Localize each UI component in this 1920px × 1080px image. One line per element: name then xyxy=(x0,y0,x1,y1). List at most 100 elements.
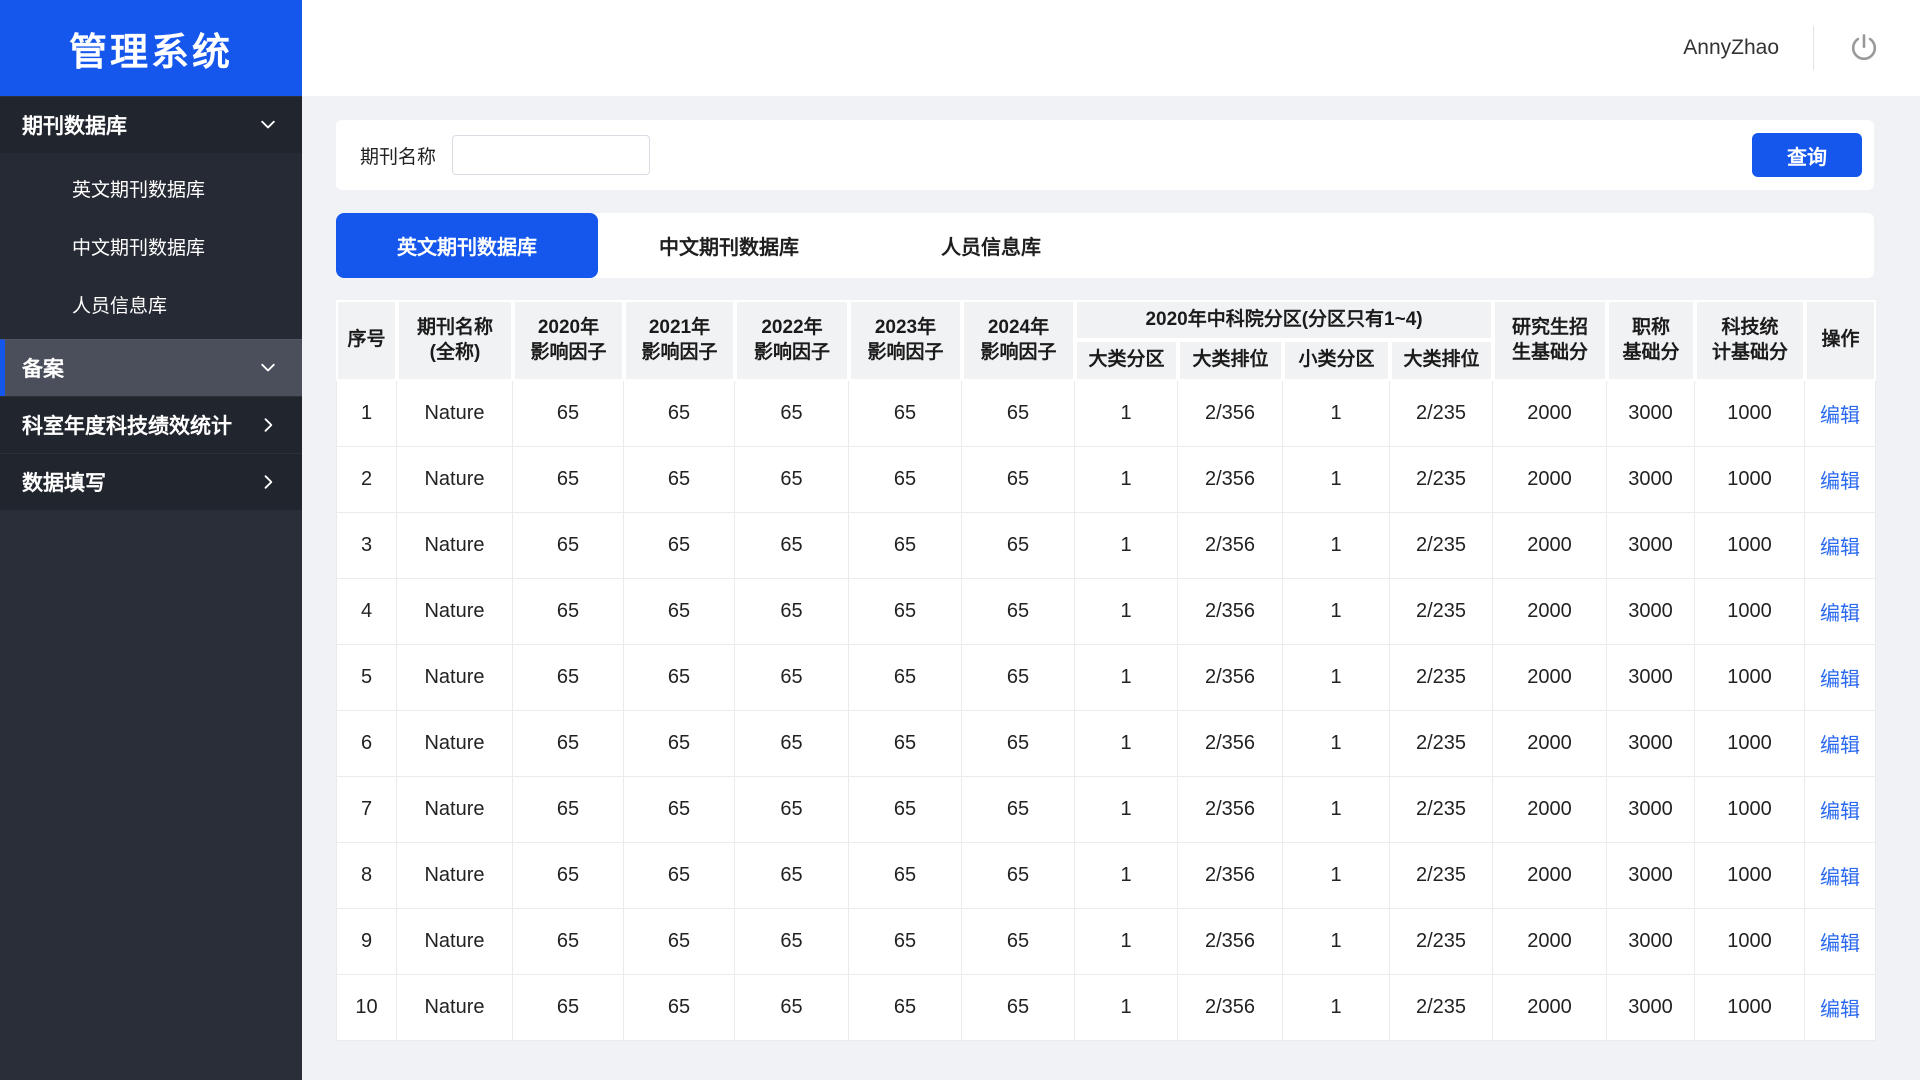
sidebar-item-journal-db[interactable]: 期刊数据库 xyxy=(0,96,302,153)
sidebar-item-label: 期刊数据库 xyxy=(22,110,127,140)
cell-if2022: 65 xyxy=(735,843,849,909)
tab-chinese-journal-db[interactable]: 中文期刊数据库 xyxy=(598,213,860,278)
header-tech-base-score: 科技统计基础分 xyxy=(1695,300,1805,381)
edit-link[interactable]: 编辑 xyxy=(1820,669,1860,691)
cell-if2021: 65 xyxy=(624,711,735,777)
cell-if2022: 65 xyxy=(735,975,849,1041)
cell-if2020: 65 xyxy=(513,711,624,777)
cell-title-score: 3000 xyxy=(1607,843,1695,909)
sidebar-subitem-chinese-journal-db[interactable]: 中文期刊数据库 xyxy=(0,217,302,275)
cell-cas-major-rank: 2/356 xyxy=(1178,843,1283,909)
cell-name: Nature xyxy=(397,777,513,843)
cell-if2021: 65 xyxy=(624,645,735,711)
cell-seq: 7 xyxy=(336,777,397,843)
header-if-2023: 2023年影响因子 xyxy=(849,300,962,381)
sidebar-item-filing[interactable]: 备案 xyxy=(0,339,302,396)
cell-if2024: 65 xyxy=(962,909,1075,975)
cell-if2022: 65 xyxy=(735,381,849,447)
cell-if2021: 65 xyxy=(624,843,735,909)
cell-title-score: 3000 xyxy=(1607,711,1695,777)
cell-tech-score: 1000 xyxy=(1695,975,1805,1041)
power-icon[interactable] xyxy=(1844,28,1884,68)
cell-tech-score: 1000 xyxy=(1695,645,1805,711)
edit-link[interactable]: 编辑 xyxy=(1820,405,1860,427)
table-row: 10Nature656565656512/35612/2352000300010… xyxy=(336,975,1876,1041)
journal-name-input[interactable] xyxy=(452,135,650,175)
edit-link[interactable]: 编辑 xyxy=(1820,999,1860,1021)
cell-cas-minor-zone: 1 xyxy=(1283,381,1390,447)
cell-name: Nature xyxy=(397,381,513,447)
cell-cas-minor-zone: 1 xyxy=(1283,447,1390,513)
cell-grad-score: 2000 xyxy=(1493,975,1607,1041)
cell-cas-major-zone: 1 xyxy=(1075,975,1178,1041)
cell-grad-score: 2000 xyxy=(1493,777,1607,843)
sidebar-subitem-personnel-db[interactable]: 人员信息库 xyxy=(0,275,302,333)
cell-action: 编辑 xyxy=(1805,843,1876,909)
cell-grad-score: 2000 xyxy=(1493,381,1607,447)
topbar: AnnyZhao xyxy=(302,0,1920,96)
cell-action: 编辑 xyxy=(1805,975,1876,1041)
edit-link[interactable]: 编辑 xyxy=(1820,801,1860,823)
cell-action: 编辑 xyxy=(1805,645,1876,711)
tab-english-journal-db[interactable]: 英文期刊数据库 xyxy=(336,213,598,278)
header-title-base-score: 职称基础分 xyxy=(1607,300,1695,381)
cell-cas-major-zone: 1 xyxy=(1075,447,1178,513)
cell-if2022: 65 xyxy=(735,909,849,975)
chevron-down-icon xyxy=(258,115,278,135)
cell-action: 编辑 xyxy=(1805,381,1876,447)
cell-if2020: 65 xyxy=(513,579,624,645)
sidebar-item-data-entry[interactable]: 数据填写 xyxy=(0,453,302,510)
user-name[interactable]: AnnyZhao xyxy=(1683,36,1779,60)
sidebar-item-dept-annual-tech-stats[interactable]: 科室年度科技绩效统计 xyxy=(0,396,302,453)
cell-cas-major-rank: 2/356 xyxy=(1178,579,1283,645)
edit-link[interactable]: 编辑 xyxy=(1820,933,1860,955)
header-minor-rank: 大类排位 xyxy=(1390,340,1493,381)
cell-tech-score: 1000 xyxy=(1695,843,1805,909)
edit-link[interactable]: 编辑 xyxy=(1820,603,1860,625)
header-cas-partition-group: 2020年中科院分区(分区只有1~4) xyxy=(1075,300,1493,340)
cell-if2021: 65 xyxy=(624,447,735,513)
cell-grad-score: 2000 xyxy=(1493,579,1607,645)
cell-if2022: 65 xyxy=(735,777,849,843)
cell-cas-major-zone: 1 xyxy=(1075,843,1178,909)
cell-tech-score: 1000 xyxy=(1695,711,1805,777)
cell-if2023: 65 xyxy=(849,579,962,645)
tab-personnel-db[interactable]: 人员信息库 xyxy=(860,213,1122,278)
edit-link[interactable]: 编辑 xyxy=(1820,735,1860,757)
header-grad-base-score: 研究生招生基础分 xyxy=(1493,300,1607,381)
cell-if2023: 65 xyxy=(849,909,962,975)
edit-link[interactable]: 编辑 xyxy=(1820,471,1860,493)
cell-if2021: 65 xyxy=(624,579,735,645)
header-if-2022: 2022年影响因子 xyxy=(735,300,849,381)
cell-if2024: 65 xyxy=(962,711,1075,777)
chevron-right-icon xyxy=(258,415,278,435)
cell-if2022: 65 xyxy=(735,513,849,579)
cell-seq: 5 xyxy=(336,645,397,711)
cell-title-score: 3000 xyxy=(1607,909,1695,975)
cell-seq: 10 xyxy=(336,975,397,1041)
cell-if2020: 65 xyxy=(513,447,624,513)
header-if-2020: 2020年影响因子 xyxy=(513,300,624,381)
sidebar-subitem-label: 英文期刊数据库 xyxy=(72,175,205,202)
cell-title-score: 3000 xyxy=(1607,645,1695,711)
search-card: 期刊名称 查询 xyxy=(336,120,1874,190)
cell-if2021: 65 xyxy=(624,909,735,975)
cell-cas-major-rank: 2/356 xyxy=(1178,513,1283,579)
cell-if2024: 65 xyxy=(962,777,1075,843)
journal-name-label: 期刊名称 xyxy=(360,142,436,169)
cell-cas-major-rank: 2/356 xyxy=(1178,777,1283,843)
cell-if2024: 65 xyxy=(962,579,1075,645)
sidebar-subitem-english-journal-db[interactable]: 英文期刊数据库 xyxy=(0,159,302,217)
cell-cas-minor-rank: 2/235 xyxy=(1390,645,1493,711)
sidebar-menu: 期刊数据库 英文期刊数据库 中文期刊数据库 人员信息库 备案 科室年度科技绩效统… xyxy=(0,96,302,510)
table-row: 9Nature656565656512/35612/23520003000100… xyxy=(336,909,1876,975)
edit-link[interactable]: 编辑 xyxy=(1820,537,1860,559)
cell-grad-score: 2000 xyxy=(1493,909,1607,975)
header-seq: 序号 xyxy=(336,300,397,381)
cell-cas-minor-zone: 1 xyxy=(1283,843,1390,909)
query-button[interactable]: 查询 xyxy=(1752,133,1862,177)
cell-name: Nature xyxy=(397,513,513,579)
cell-cas-major-zone: 1 xyxy=(1075,777,1178,843)
cell-if2022: 65 xyxy=(735,447,849,513)
edit-link[interactable]: 编辑 xyxy=(1820,867,1860,889)
